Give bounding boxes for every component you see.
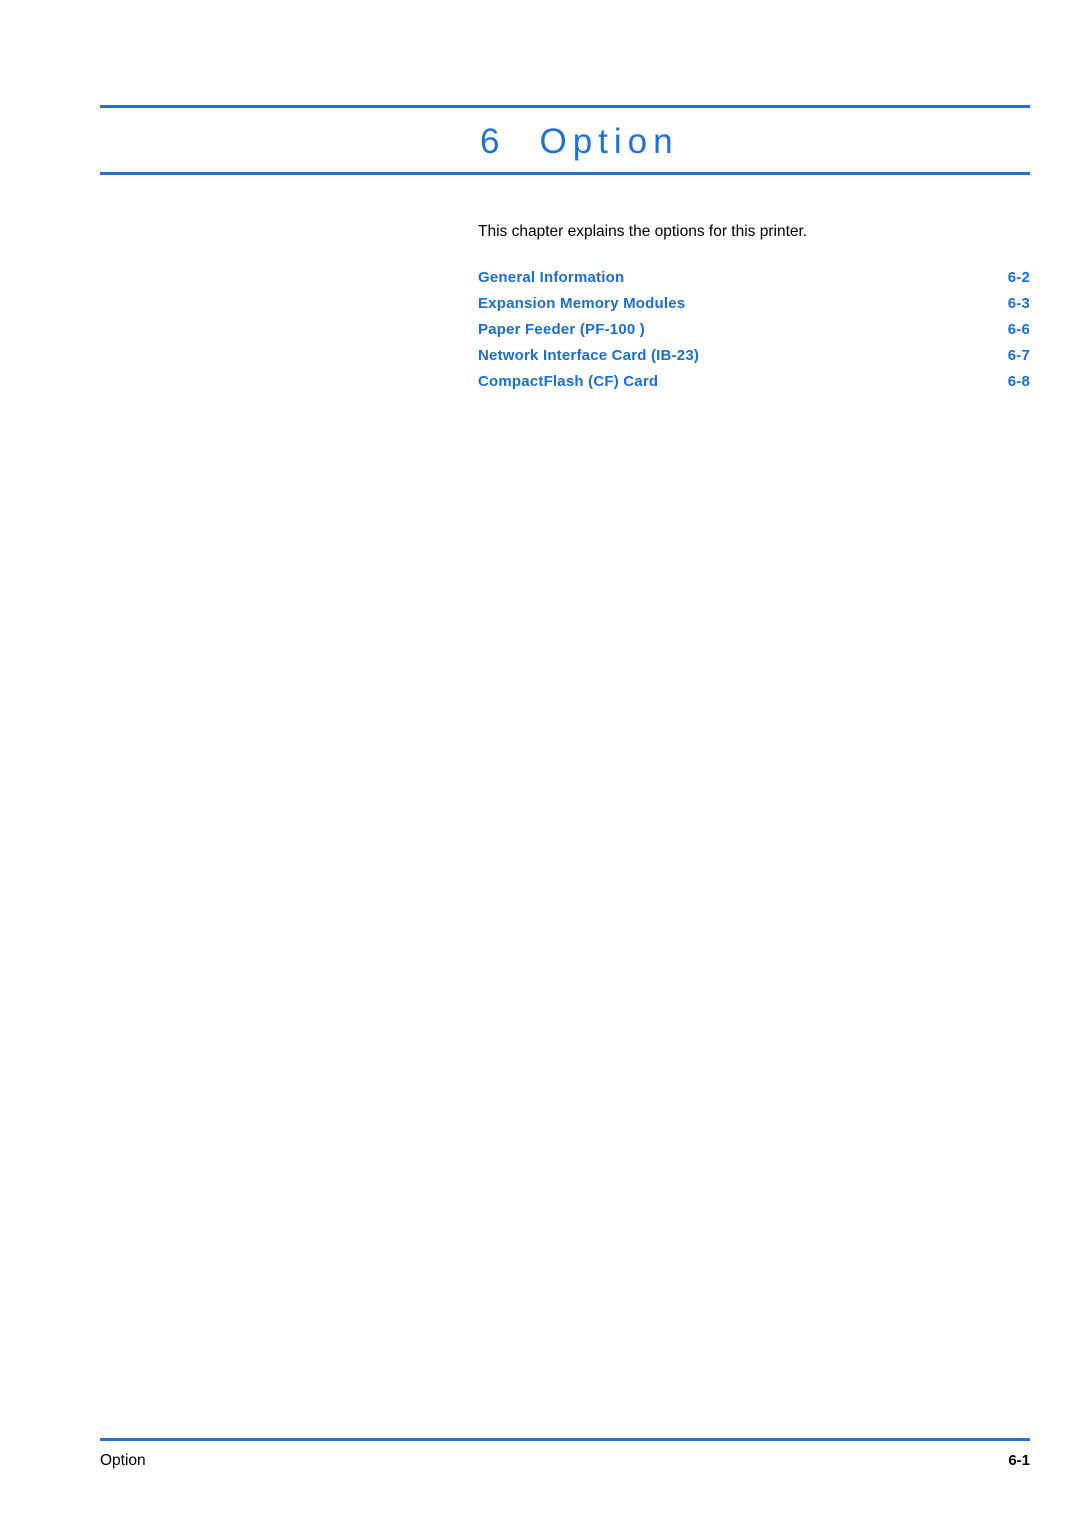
chapter-header: 6 Option — [100, 105, 1030, 175]
toc-entry[interactable]: Expansion Memory Modules 6-3 — [478, 291, 1030, 317]
toc-entry-page: 6-3 — [1007, 295, 1030, 312]
chapter-contents-list: General Information 6-2 Expansion Memory… — [478, 265, 1030, 395]
toc-entry-label: CompactFlash (CF) Card — [478, 373, 659, 390]
document-page: 6 Option This chapter explains the optio… — [0, 0, 1080, 1527]
toc-entry[interactable]: Network Interface Card (IB-23) 6-7 — [478, 343, 1030, 369]
toc-entry-page: 6-2 — [1007, 269, 1030, 286]
header-bottom-rule — [100, 172, 1030, 175]
toc-entry-label: Paper Feeder (PF-100 ) — [478, 321, 645, 338]
toc-entry-label: Expansion Memory Modules — [478, 295, 686, 312]
toc-entry-label: Network Interface Card (IB-23) — [478, 347, 700, 364]
footer-rule — [100, 1438, 1030, 1441]
chapter-number: 6 — [480, 122, 502, 161]
toc-entry-page: 6-7 — [1007, 347, 1030, 364]
toc-entry[interactable]: General Information 6-2 — [478, 265, 1030, 291]
toc-entry-page: 6-8 — [1007, 373, 1030, 390]
toc-entry[interactable]: Paper Feeder (PF-100 ) 6-6 — [478, 317, 1030, 343]
page-footer: Option 6-1 — [100, 1452, 1030, 1470]
footer-page-number: 6-1 — [1008, 1452, 1030, 1469]
intro-paragraph: This chapter explains the options for th… — [478, 223, 808, 240]
toc-entry[interactable]: CompactFlash (CF) Card 6-8 — [478, 369, 1030, 395]
chapter-title: Option — [539, 122, 679, 161]
footer-chapter-name: Option — [100, 1452, 146, 1469]
toc-entry-label: General Information — [478, 269, 625, 286]
toc-entry-page: 6-6 — [1007, 321, 1030, 338]
chapter-title-row: 6 Option — [100, 108, 1030, 168]
